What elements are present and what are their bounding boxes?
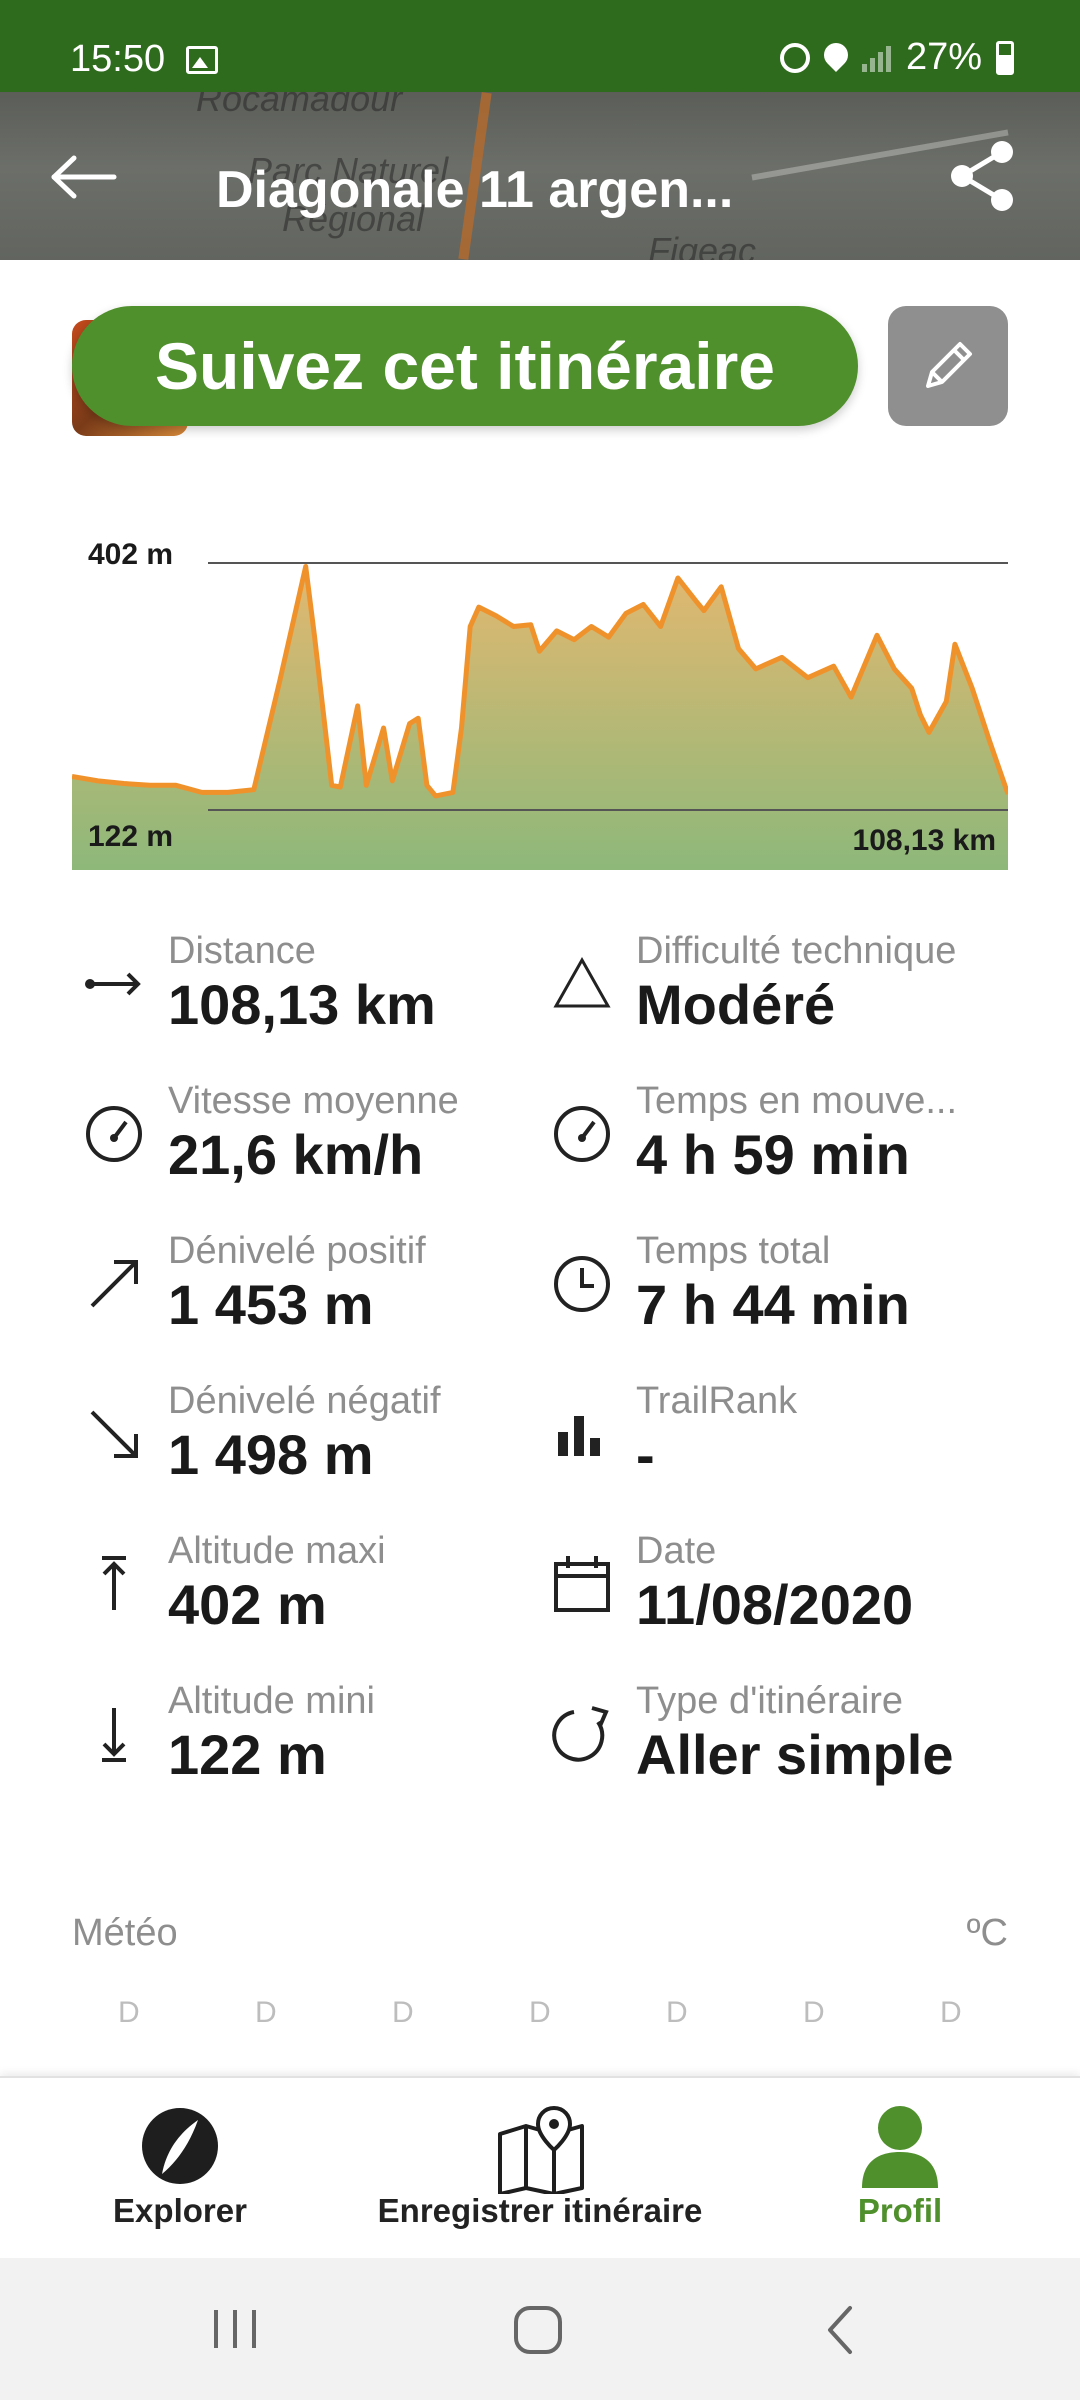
weather-day: D (803, 1996, 825, 2029)
calendar-icon (554, 1556, 610, 1612)
stat-value: 108,13 km (168, 973, 436, 1036)
battery-icon (996, 40, 1014, 75)
speedometer-icon (86, 1106, 142, 1162)
stat-trailrank: TrailRank - (540, 1380, 1000, 1520)
map-pin-icon (498, 2105, 584, 2194)
page-title: Diagonale 11 argen... (216, 161, 734, 219)
weather-label: Météo (72, 1912, 178, 1954)
stat-avg-speed: Vitesse moyenne 21,6 km/h (72, 1080, 532, 1220)
stat-label: Temps en mouve... (636, 1080, 958, 1122)
weather-days: D D D D D D D (72, 1996, 1032, 2030)
stat-label: Vitesse moyenne (168, 1080, 459, 1122)
elevation-chart-svg (71, 520, 1011, 870)
speedometer-icon (554, 1106, 610, 1162)
elevation-min-label: 122 m (88, 820, 174, 853)
stat-value: - (636, 1423, 655, 1486)
stat-distance: Distance 108,13 km (72, 930, 532, 1070)
elevation-distance-label: 108,13 km (852, 824, 996, 857)
stat-date: Date 11/08/2020 (540, 1530, 1000, 1670)
bottom-nav: Explorer Enregistrer itinéraire Profil (0, 2076, 1080, 2258)
system-navigation-bar (0, 2258, 1080, 2400)
weather-day: D (255, 1996, 277, 2029)
stat-altitude-min: Altitude mini 122 m (72, 1680, 532, 1820)
pencil-icon (926, 342, 972, 388)
stat-value: 1 498 m (168, 1423, 374, 1486)
stat-label: Temps total (636, 1230, 831, 1272)
profile-avatar-icon (862, 2106, 938, 2188)
nav-label: Enregistrer itinéraire (377, 2192, 703, 2229)
elevation-chart[interactable]: 402 m 122 m 108,13 km (71, 520, 1011, 870)
status-time: 15:50 (70, 38, 166, 80)
distance-arrow-icon (85, 972, 141, 996)
weather-day: D (118, 1996, 140, 2029)
weather-day: D (940, 1996, 962, 2029)
stat-label: Altitude maxi (168, 1530, 386, 1572)
app-header: Rocamadour Parc Naturel Régional Figeac … (0, 92, 1080, 260)
location-icon (818, 37, 853, 72)
stat-label: Difficulté technique (636, 930, 957, 972)
nav-profile[interactable]: Profil (780, 2078, 1020, 2260)
edit-button[interactable] (888, 306, 1008, 426)
stat-elevation-loss: Dénivelé négatif 1 498 m (72, 1380, 532, 1520)
triangle-icon (553, 956, 611, 1008)
stat-value: 402 m (168, 1573, 327, 1636)
stat-elevation-gain: Dénivelé positif 1 453 m (72, 1230, 532, 1370)
stat-value: 4 h 59 min (636, 1123, 910, 1186)
gallery-notification-icon (186, 46, 218, 74)
stat-value: 21,6 km/h (168, 1123, 424, 1186)
weather-day: D (666, 1996, 688, 2029)
recent-apps-icon[interactable] (210, 2306, 260, 2352)
nav-record-trail[interactable]: Enregistrer itinéraire (360, 2078, 720, 2260)
back-icon[interactable] (822, 2304, 858, 2356)
map-label: Rocamadour (196, 92, 403, 119)
stat-value: 1 453 m (168, 1273, 374, 1336)
status-bar: 15:50 27% (0, 0, 1080, 92)
stat-label: Dénivelé positif (168, 1230, 426, 1272)
weather-day: D (392, 1996, 414, 2029)
back-arrow-icon[interactable] (48, 152, 118, 202)
nav-label-active: Profil (857, 2192, 943, 2229)
nav-explore[interactable]: Explorer (60, 2078, 300, 2260)
one-way-loop-icon (552, 1706, 609, 1762)
follow-trail-button[interactable]: Suivez cet itinéraire (72, 306, 858, 426)
stat-value: Modéré (636, 973, 836, 1036)
stat-value: Aller simple (636, 1723, 954, 1786)
map-label: Figeac (648, 230, 757, 260)
stat-moving-time: Temps en mouve... 4 h 59 min (540, 1080, 1000, 1220)
status-icons: 27% (779, 36, 1014, 79)
stat-label: Distance (168, 930, 316, 972)
weather-unit[interactable]: ºC (967, 1912, 1008, 1955)
stat-label: Date (636, 1530, 717, 1572)
battery-percent: 27% (905, 36, 982, 78)
altitude-max-icon (102, 1556, 126, 1610)
clock-icon (554, 1256, 610, 1312)
stat-value: 7 h 44 min (636, 1273, 910, 1336)
elevation-max-label: 402 m (88, 538, 174, 571)
stat-altitude-max: Altitude maxi 402 m (72, 1530, 532, 1670)
altitude-min-icon (102, 1708, 126, 1762)
stat-label: Altitude mini (168, 1680, 375, 1722)
weather-day: D (529, 1996, 551, 2029)
stat-difficulty: Difficulté technique Modéré (540, 930, 1000, 1070)
bar-chart-icon (558, 1416, 600, 1456)
stat-trail-type: Type d'itinéraire Aller simple (540, 1680, 1000, 1820)
alarm-icon (779, 42, 810, 73)
arrow-up-right-icon (90, 1260, 138, 1308)
share-icon[interactable] (944, 136, 1024, 216)
stat-label: Dénivelé négatif (168, 1380, 441, 1422)
home-icon[interactable] (512, 2304, 564, 2356)
stat-value: 11/08/2020 (636, 1573, 914, 1636)
stat-value: 122 m (168, 1723, 327, 1786)
stat-label: Type d'itinéraire (636, 1680, 904, 1722)
stat-label: TrailRank (636, 1380, 798, 1422)
explore-compass-icon (142, 2108, 218, 2184)
arrow-down-right-icon (90, 1410, 138, 1458)
nav-label: Explorer (113, 2192, 247, 2229)
stat-total-time: Temps total 7 h 44 min (540, 1230, 1000, 1370)
signal-icon (861, 44, 892, 72)
